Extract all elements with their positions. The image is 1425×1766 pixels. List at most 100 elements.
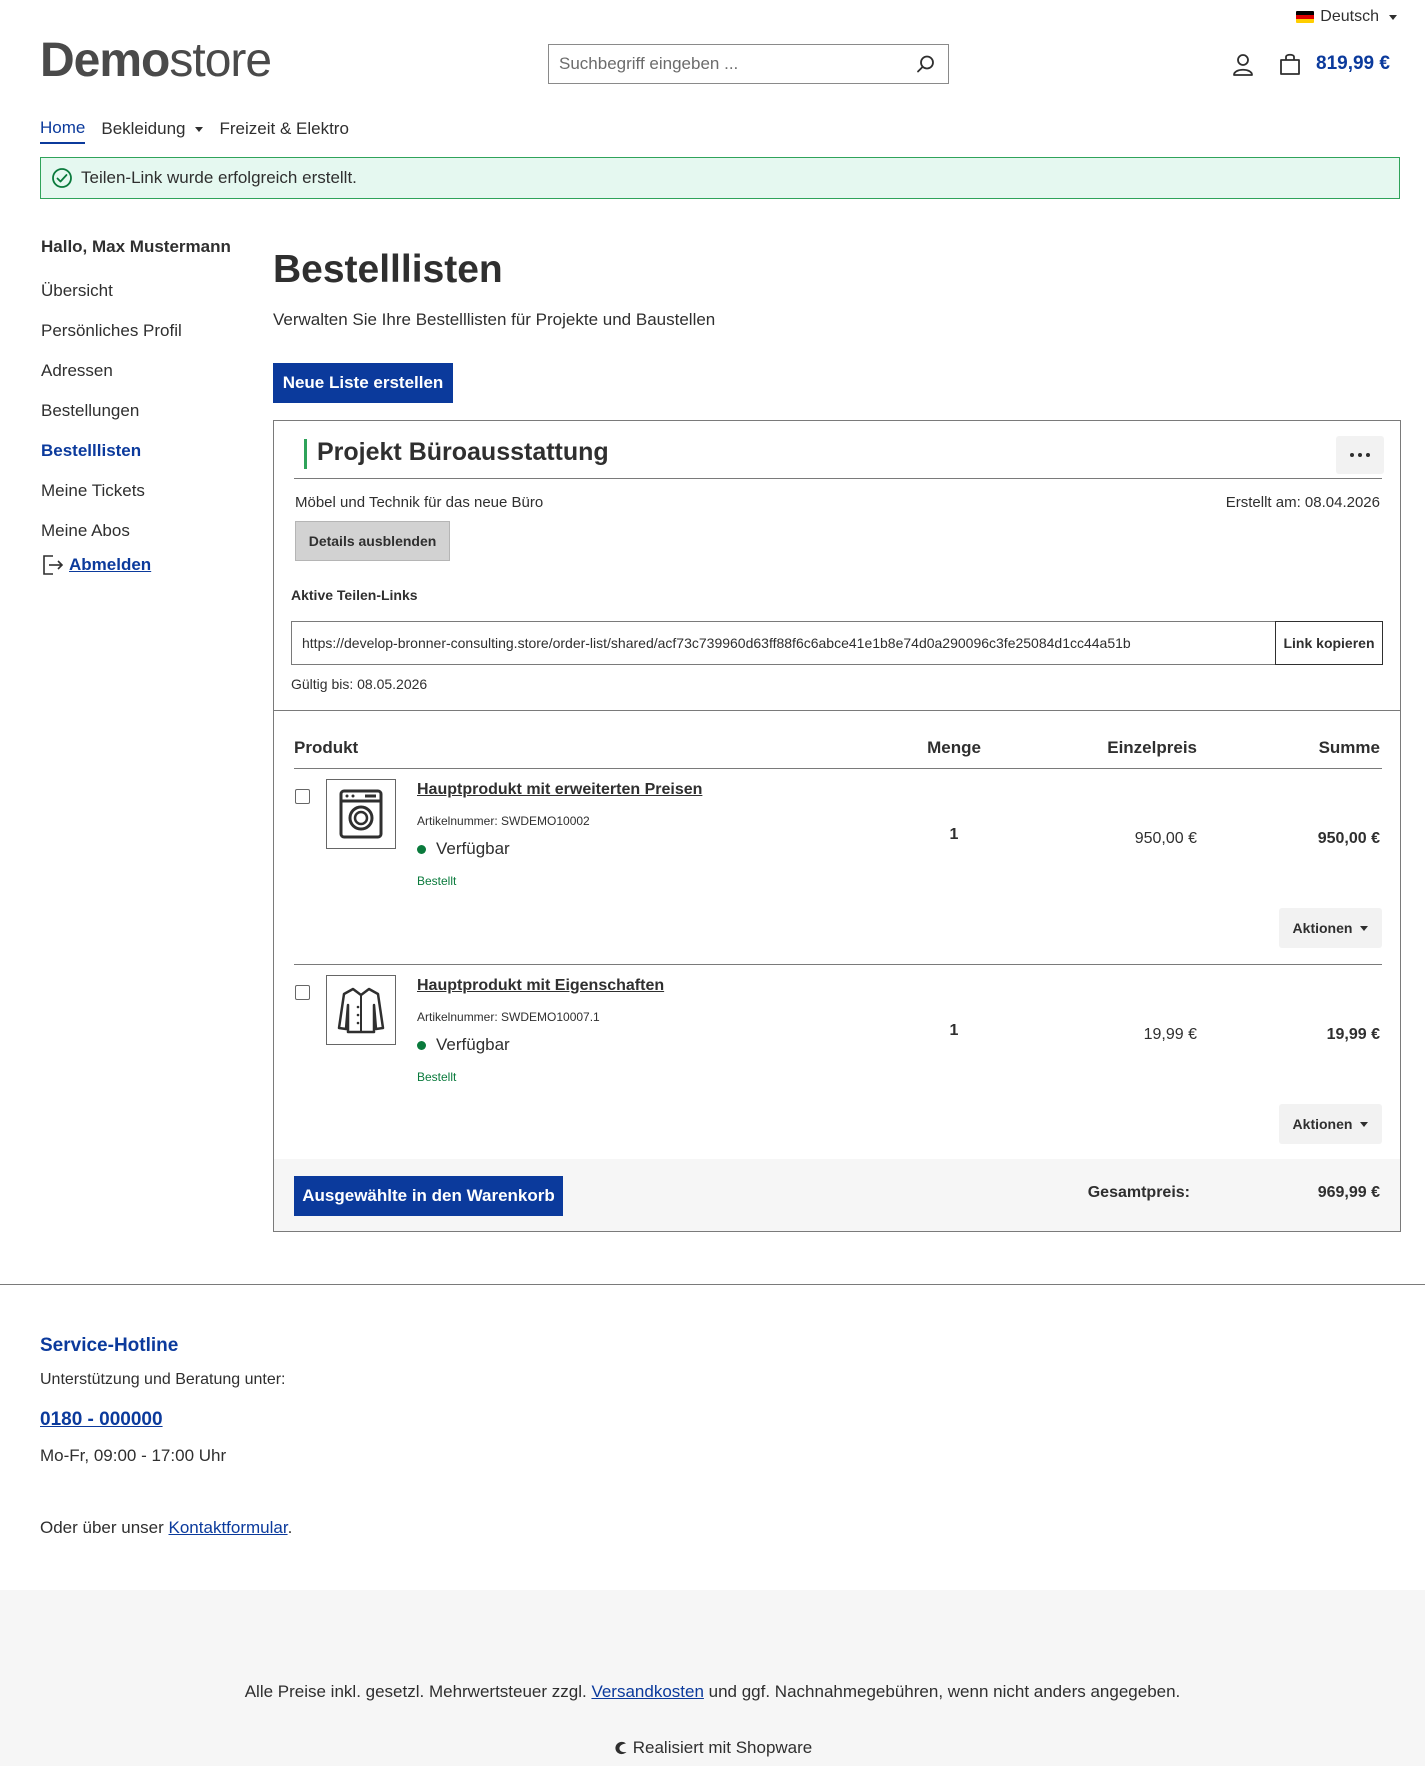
search-icon [917,55,934,73]
availability-label: Verfügbar [436,839,510,858]
product-sku: Artikelnummer: SWDEMO10002 [417,814,590,828]
title-accent-bar [304,439,307,469]
hotline-title: Service-Hotline [40,1335,179,1356]
add-selected-to-cart-button[interactable]: Ausgewählte in den Warenkorb [294,1176,563,1216]
check-circle-icon [52,168,72,188]
nav-bekleidung[interactable]: Bekleidung [101,118,204,144]
created-date: Erstellt am: 08.04.2026 [1225,494,1380,511]
nav-freizeit-elektro[interactable]: Freizeit & Elektro [219,118,348,144]
vat-notice: Alle Preise inkl. gesetzl. Mehrwertsteue… [0,1682,1425,1702]
item-unit-price: 950,00 € [1134,830,1197,847]
page-title: Bestelllisten [273,248,503,291]
sidebar-item-overview[interactable]: Übersicht [41,281,241,321]
contact-text: Oder über unser Kontaktformular. [40,1518,292,1538]
success-alert: Teilen-Link wurde erfolgreich erstellt. [40,157,1400,199]
sidebar-item-orders[interactable]: Bestellungen [41,401,241,441]
ordered-status: Bestellt [417,1070,457,1084]
shopware-logo-icon [615,1741,627,1755]
logo-light-text: store [169,34,272,87]
table-row: Hauptprodukt mit Eigenschaften Artikelnu… [274,965,1400,1161]
column-header-product: Produkt [294,738,359,757]
select-item-checkbox[interactable] [295,985,310,1000]
ordered-status: Bestellt [417,874,457,888]
actions-label: Aktionen [1292,1116,1353,1132]
actions-dropdown-button[interactable]: Aktionen [1279,908,1382,948]
greeting: Hallo, Max Mustermann [41,237,231,256]
copy-link-button[interactable]: Link kopieren [1275,621,1383,665]
user-icon [1233,54,1253,76]
vat-suffix: und ggf. Nachnahmegebühren, wenn nicht a… [703,1682,1181,1701]
account-sidebar: Hallo, Max Mustermann Übersicht Persönli… [41,237,241,577]
cart-total: 819,99 € [1316,53,1390,74]
sidebar-item-order-lists[interactable]: Bestelllisten [41,441,241,481]
main-navigation: Home Bekleidung Freizeit & Elektro [40,118,349,144]
shopping-bag-icon [1280,53,1300,75]
actions-label: Aktionen [1292,920,1353,936]
share-url-field[interactable] [291,621,1276,665]
product-sku: Artikelnummer: SWDEMO10007.1 [417,1010,600,1024]
footer-divider [0,1284,1425,1285]
item-quantity: 1 [949,1022,959,1039]
sidebar-item-addresses[interactable]: Adressen [41,361,241,401]
item-total: 950,00 € [1317,830,1380,847]
product-name-link[interactable]: Hauptprodukt mit Eigenschaften [417,977,664,995]
actions-dropdown-button[interactable]: Aktionen [1279,1104,1382,1144]
logo-bold-text: Demo [40,34,170,87]
more-options-button[interactable] [1336,436,1384,474]
dot-icon [1358,453,1362,457]
logout-icon [43,555,64,575]
select-item-checkbox[interactable] [295,789,310,804]
german-flag-icon [1296,11,1315,23]
share-links-heading: Aktive Teilen-Links [291,587,418,603]
language-selector[interactable]: Deutsch [1296,8,1397,26]
nav-home[interactable]: Home [40,118,86,144]
washing-machine-icon [339,789,383,839]
column-header-unit-price: Einzelpreis [1107,738,1197,757]
column-header-quantity: Menge [927,738,981,757]
cart-button[interactable]: 819,99 € [1278,52,1390,76]
product-name-link[interactable]: Hauptprodukt mit erweiterten Preisen [417,781,702,799]
order-list-title: Projekt Büroausstattung [317,438,609,466]
product-thumbnail[interactable] [326,779,396,849]
availability-dot-icon [417,844,426,854]
search-button[interactable] [904,45,948,83]
toggle-details-button[interactable]: Details ausblenden [295,521,450,561]
divider [274,710,1400,711]
language-label: Deutsch [1320,8,1379,25]
shipping-costs-link[interactable]: Versandkosten [591,1682,703,1701]
nav-home-label: Home [40,118,86,137]
table-row: Hauptprodukt mit erweiterten Preisen Art… [274,769,1400,965]
column-header-total: Summe [1318,738,1380,757]
sidebar-item-profile[interactable]: Persönliches Profil [41,321,241,361]
sidebar-item-tickets[interactable]: Meine Tickets [41,481,241,521]
logout-link[interactable]: Abmelden [41,553,241,577]
nav-freizeit-label: Freizeit & Elektro [219,119,349,138]
item-unit-price: 19,99 € [1143,1026,1197,1043]
order-list-footer: Ausgewählte in den Warenkorb Gesamtpreis… [274,1159,1400,1231]
logout-label: Abmelden [69,555,152,574]
new-list-button[interactable]: Neue Liste erstellen [273,363,453,403]
product-thumbnail[interactable] [326,975,396,1045]
hotline-subtitle: Unterstützung und Beratung unter: [40,1371,286,1388]
contact-suffix: . [287,1518,293,1537]
order-list-description: Möbel und Technik für das neue Büro [295,494,544,511]
powered-label: Realisiert mit Shopware [632,1738,813,1757]
divider [294,478,1382,479]
store-logo[interactable]: Demostore [40,33,272,88]
nav-bekleidung-label: Bekleidung [101,119,186,138]
search-box [548,44,949,84]
search-input[interactable] [549,45,904,83]
contact-prefix: Oder über unser [40,1518,169,1537]
valid-until: Gültig bis: 08.05.2026 [291,676,428,692]
item-quantity: 1 [949,826,959,843]
hotline-hours: Mo-Fr, 09:00 - 17:00 Uhr [40,1446,227,1465]
account-button[interactable] [1231,52,1255,78]
dot-icon [1366,453,1370,457]
powered-by-link[interactable]: Realisiert mit Shopware [0,1738,1425,1758]
contact-form-link[interactable]: Kontaktformular [169,1518,288,1537]
order-list-card: Projekt Büroausstattung Möbel und Techni… [273,420,1401,1232]
chevron-down-icon [195,126,204,132]
page-subtitle: Verwalten Sie Ihre Bestelllisten für Pro… [273,310,716,329]
hotline-phone-link[interactable]: 0180 - 000000 [40,1409,163,1431]
availability: Verfügbar [417,839,510,859]
